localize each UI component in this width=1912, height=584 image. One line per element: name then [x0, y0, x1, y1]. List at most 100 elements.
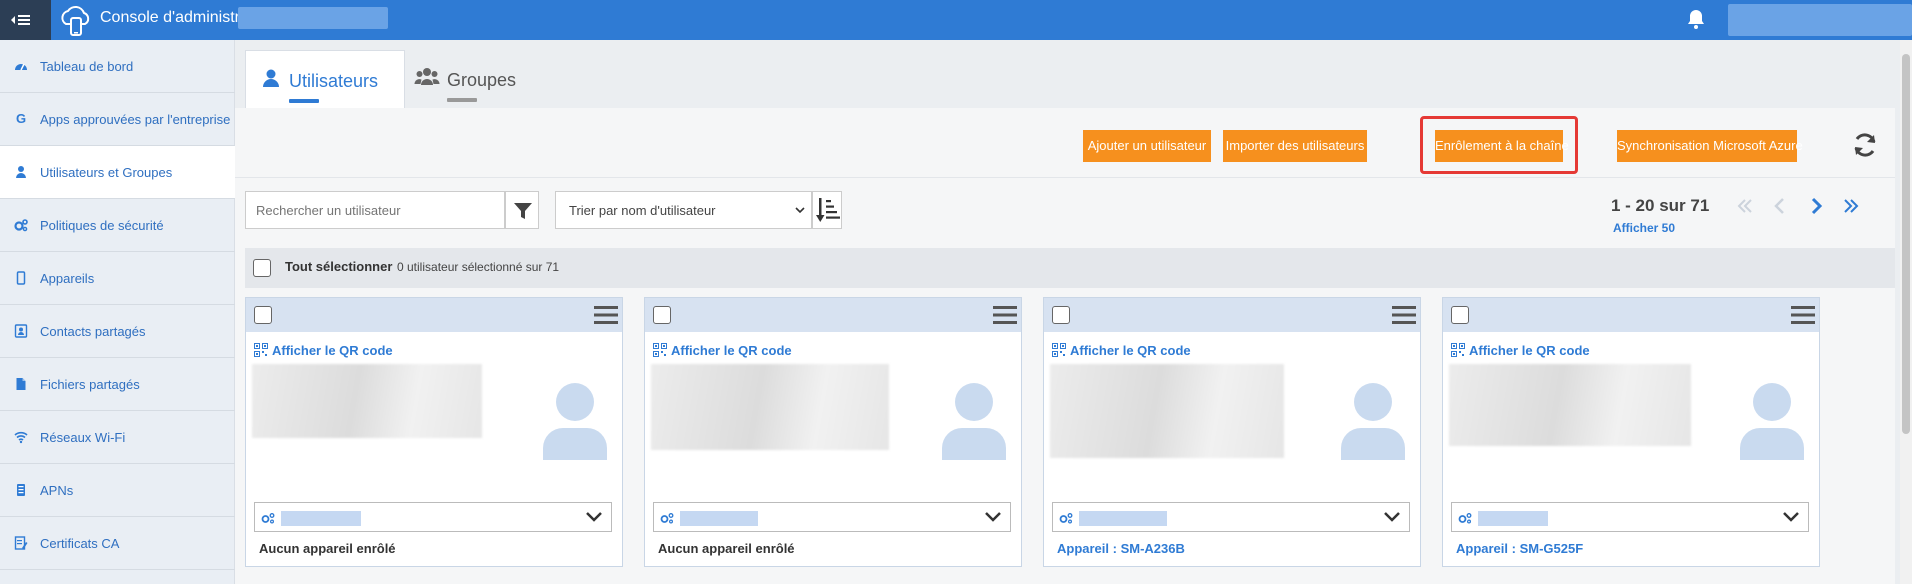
- show-qr-code-label: Afficher le QR code: [1469, 343, 1590, 358]
- show-50-link[interactable]: Afficher 50: [1613, 221, 1675, 235]
- user-icon: [263, 69, 279, 87]
- device-link[interactable]: Appareil : SM-A236B: [1057, 541, 1185, 556]
- sidebar-item-shared-files[interactable]: Fichiers partagés: [0, 358, 235, 411]
- show-qr-code-link[interactable]: Afficher le QR code: [1052, 343, 1191, 358]
- group-select[interactable]: [653, 502, 1011, 532]
- sidebar-item-dashboard[interactable]: Tableau de bord: [0, 40, 235, 93]
- gears-icon: [261, 513, 275, 524]
- redacted-group-name: [1079, 511, 1167, 526]
- action-toolbar: Ajouter un utilisateur Importer des util…: [235, 108, 1895, 178]
- sidebar-item-devices[interactable]: Appareils: [0, 252, 235, 305]
- sort-direction-button[interactable]: [812, 191, 842, 229]
- sidebar-item-apns[interactable]: APNs: [0, 464, 235, 517]
- sidebar-item-label: Tableau de bord: [40, 59, 134, 74]
- highlight-box: [1420, 116, 1578, 174]
- sidebar: Tableau de bord G Apps approuvées par l'…: [0, 40, 235, 584]
- card-checkbox[interactable]: [653, 306, 671, 324]
- tab-users[interactable]: Utilisateurs: [245, 50, 405, 108]
- scrollbar-thumb[interactable]: [1902, 54, 1910, 434]
- azure-sync-button[interactable]: Synchronisation Microsoft Azure: [1617, 130, 1803, 162]
- user-avatar-icon: [942, 383, 1006, 460]
- user-card: Afficher le QR code Aucun appareil enrôl…: [245, 297, 623, 567]
- top-bar: Console d'administration: [0, 0, 1912, 40]
- tab-groups[interactable]: Groupes: [405, 50, 545, 108]
- sidebar-item-label: Politiques de sécurité: [40, 218, 164, 233]
- chevron-down-icon: [795, 207, 805, 214]
- sidebar-item-label: Utilisateurs et Groupes: [40, 165, 173, 180]
- user-card: Afficher le QR code Appareil : SM-A236B: [1043, 297, 1421, 567]
- sidebar-item-shared-contacts[interactable]: Contacts partagés: [0, 305, 235, 358]
- previous-page-icon[interactable]: [1770, 196, 1790, 216]
- menu-toggle-button[interactable]: [0, 0, 51, 40]
- gears-icon: [14, 219, 28, 232]
- dashboard-icon: [15, 63, 27, 71]
- show-qr-code-link[interactable]: Afficher le QR code: [254, 343, 393, 358]
- user-icon: [16, 166, 26, 178]
- card-header: [1044, 298, 1420, 332]
- users-group-icon: [414, 68, 440, 85]
- sort-select[interactable]: Trier par nom d'utilisateur: [555, 191, 812, 229]
- show-qr-code-link[interactable]: Afficher le QR code: [653, 343, 792, 358]
- sidebar-item-security-policies[interactable]: Politiques de sécurité: [0, 199, 235, 252]
- card-header: [645, 298, 1021, 332]
- refresh-icon[interactable]: [1850, 130, 1880, 160]
- user-card: Afficher le QR code Appareil : SM-G525F: [1442, 297, 1820, 567]
- hamburger-menu-icon[interactable]: [594, 305, 618, 325]
- redacted-organization-name: [238, 7, 388, 29]
- filter-button[interactable]: [505, 191, 539, 229]
- select-all-label: Tout sélectionner: [285, 259, 393, 274]
- last-page-icon[interactable]: [1841, 196, 1861, 216]
- hamburger-menu-icon[interactable]: [1791, 305, 1815, 325]
- qr-code-icon: [1052, 343, 1066, 357]
- card-header: [1443, 298, 1819, 332]
- sidebar-item-users-groups[interactable]: Utilisateurs et Groupes: [0, 146, 235, 199]
- google-icon: G: [15, 111, 27, 126]
- chevron-down-icon: [1783, 512, 1799, 522]
- qr-code-icon: [1451, 343, 1465, 357]
- redacted-user-details: [651, 364, 889, 450]
- search-input[interactable]: [245, 191, 505, 229]
- sidebar-item-ca-certificates[interactable]: Certificats CA: [0, 517, 235, 570]
- selection-count: 0 utilisateur sélectionné sur 71: [397, 260, 560, 274]
- qr-code-icon: [254, 343, 268, 357]
- sidebar-item-label: Appareils: [40, 271, 95, 286]
- hamburger-menu-icon[interactable]: [1392, 305, 1416, 325]
- group-select[interactable]: [254, 502, 612, 532]
- card-checkbox[interactable]: [254, 306, 272, 324]
- group-select[interactable]: [1451, 502, 1809, 532]
- file-icon: [16, 378, 26, 390]
- sidebar-item-label: Apps approuvées par l'entreprise: [40, 112, 231, 127]
- bell-icon[interactable]: [1686, 8, 1706, 30]
- filter-icon: [514, 203, 532, 219]
- group-select[interactable]: [1052, 502, 1410, 532]
- add-user-button[interactable]: Ajouter un utilisateur: [1083, 130, 1211, 162]
- user-card: Afficher le QR code Aucun appareil enrôl…: [644, 297, 1022, 567]
- select-all-checkbox[interactable]: [253, 259, 271, 277]
- device-link[interactable]: Appareil : SM-G525F: [1456, 541, 1583, 556]
- next-page-icon[interactable]: [1806, 196, 1826, 216]
- chevron-down-icon: [985, 512, 1001, 522]
- import-users-button[interactable]: Importer des utilisateurs: [1223, 130, 1367, 162]
- show-qr-code-label: Afficher le QR code: [1070, 343, 1191, 358]
- tab-label: Utilisateurs: [289, 71, 379, 91]
- redacted-group-name: [680, 511, 758, 526]
- certificate-icon: [14, 536, 28, 550]
- redacted-user-details: [1449, 364, 1691, 446]
- vertical-scrollbar[interactable]: [1900, 40, 1912, 584]
- device-status: Aucun appareil enrôlé: [658, 541, 795, 556]
- card-checkbox[interactable]: [1052, 306, 1070, 324]
- pagination-range: 1 - 20 sur 71: [1611, 196, 1710, 215]
- sidebar-item-label: APNs: [40, 483, 74, 498]
- user-avatar-icon: [1740, 383, 1804, 460]
- gears-icon: [1059, 513, 1073, 524]
- first-page-icon[interactable]: [1735, 196, 1755, 216]
- redacted-user-details: [252, 364, 482, 438]
- menu-icon: [11, 15, 30, 25]
- redacted-user-menu[interactable]: [1728, 4, 1912, 36]
- show-qr-code-link[interactable]: Afficher le QR code: [1451, 343, 1590, 358]
- card-checkbox[interactable]: [1451, 306, 1469, 324]
- main-content: Ajouter un utilisateur Importer des util…: [235, 108, 1895, 584]
- sidebar-item-wifi[interactable]: Réseaux Wi-Fi: [0, 411, 235, 464]
- sidebar-item-approved-apps[interactable]: G Apps approuvées par l'entreprise: [0, 93, 235, 146]
- hamburger-menu-icon[interactable]: [993, 305, 1017, 325]
